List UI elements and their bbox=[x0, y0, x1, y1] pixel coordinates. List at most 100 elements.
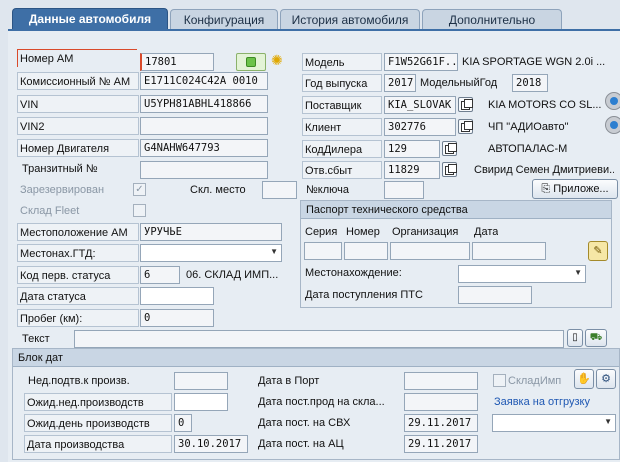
label-pts-received-date: Дата поступления ПТС bbox=[305, 289, 423, 301]
label-svh-date: Дата пост. на СВХ bbox=[258, 417, 351, 429]
client-field[interactable]: 302776 bbox=[384, 118, 456, 136]
copy-icon[interactable] bbox=[458, 97, 473, 112]
copy-icon[interactable] bbox=[442, 141, 457, 156]
text-field[interactable] bbox=[74, 330, 564, 348]
first-status-code-field[interactable]: 6 bbox=[140, 266, 180, 284]
label-engine-number: Номер Двигателя bbox=[17, 139, 139, 157]
label-vin2: VIN2 bbox=[17, 117, 139, 135]
label-key-number: №ключа bbox=[306, 184, 350, 196]
hand-icon[interactable]: ✋ bbox=[574, 369, 594, 389]
copy-icon[interactable] bbox=[458, 119, 473, 134]
pts-series-field[interactable] bbox=[304, 242, 342, 260]
storage-place-field[interactable] bbox=[262, 181, 297, 199]
dates-block-title: Блок дат bbox=[13, 349, 619, 367]
expected-production-day-field[interactable]: 0 bbox=[174, 414, 192, 432]
shipment-request-dropdown[interactable] bbox=[492, 414, 616, 432]
label-vehicle-location: Местоположение АМ bbox=[17, 223, 139, 241]
vin-field[interactable]: U5YPH81ABHL418866 bbox=[140, 95, 268, 113]
pencil-edit-icon[interactable]: ✎ bbox=[588, 241, 608, 261]
mileage-field[interactable]: 0 bbox=[140, 309, 214, 327]
supplier-field[interactable]: KIA_SLOVAK bbox=[384, 96, 456, 114]
label-production-date: Дата производства bbox=[24, 435, 172, 453]
year-field[interactable]: 2017 bbox=[384, 74, 416, 92]
attachments-button[interactable]: ⎘ Приложе... bbox=[532, 179, 618, 199]
label-client: Клиент bbox=[302, 118, 382, 136]
client-details-icon[interactable] bbox=[605, 116, 620, 134]
tab-additional[interactable]: Дополнительно bbox=[422, 9, 562, 29]
shipment-request-link[interactable]: Заявка на отгрузку bbox=[494, 393, 614, 411]
label-model-year: МодельныйГод bbox=[420, 77, 498, 89]
pts-header-organization: Организация bbox=[392, 226, 459, 238]
pts-organization-field[interactable] bbox=[390, 242, 470, 260]
status-light-button[interactable] bbox=[236, 53, 266, 71]
commission-number-field[interactable]: E1711C024C42A 0010 bbox=[140, 72, 268, 90]
label-ac-date: Дата пост. на АЦ bbox=[258, 438, 344, 450]
reserved-checkbox[interactable]: ✓ bbox=[133, 183, 146, 196]
lightbulb-icon[interactable]: ✺ bbox=[271, 52, 283, 69]
label-pts-location: Местонахождение: bbox=[305, 267, 402, 279]
tab-vehicle-history[interactable]: История автомобиля bbox=[280, 9, 420, 29]
pts-header-series: Серия bbox=[305, 226, 338, 238]
warehouse-receipt-date-field[interactable] bbox=[404, 393, 478, 411]
pts-header-date: Дата bbox=[474, 226, 499, 238]
pts-received-date-field[interactable] bbox=[458, 286, 532, 304]
import-warehouse-checkbox[interactable] bbox=[493, 374, 506, 387]
label-storage-place: Скл. место bbox=[190, 184, 246, 196]
label-expected-production-week: Ожид.нед.производств bbox=[24, 393, 172, 411]
tab-configuration[interactable]: Конфигурация bbox=[170, 9, 278, 29]
label-fleet-warehouse: Склад Fleet bbox=[20, 205, 80, 217]
label-expected-production-day: Ожид.день производств bbox=[24, 414, 172, 432]
truck-icon[interactable]: ⛟ bbox=[585, 329, 607, 347]
client-description: ЧП "АДИОавто" bbox=[488, 121, 569, 133]
gtd-location-dropdown[interactable] bbox=[140, 244, 282, 262]
tab-vehicle-data[interactable]: Данные автомобиля bbox=[12, 8, 168, 30]
fleet-warehouse-checkbox[interactable] bbox=[133, 204, 146, 217]
sales-responsible-field[interactable]: 11829 bbox=[384, 161, 440, 179]
label-vehicle-number: Номер АМ bbox=[17, 49, 137, 67]
engine-number-field[interactable]: G4NAHW647793 bbox=[140, 139, 268, 157]
port-date-field[interactable] bbox=[404, 372, 478, 390]
week-confirm-production-field[interactable] bbox=[174, 372, 228, 390]
transit-number-field[interactable] bbox=[140, 161, 268, 179]
model-code-field[interactable]: F1W52G61F... bbox=[384, 53, 458, 71]
model-description: KIA SPORTAGE WGN 2.0i ... bbox=[462, 56, 606, 68]
supplier-details-icon[interactable] bbox=[605, 92, 620, 110]
document-icon[interactable]: ▯ bbox=[567, 329, 583, 347]
pts-title: Паспорт технического средства bbox=[301, 201, 611, 219]
label-mileage: Пробег (км): bbox=[17, 309, 139, 327]
copy-icon[interactable] bbox=[442, 162, 457, 177]
model-year-field[interactable]: 2018 bbox=[512, 74, 548, 92]
dealer-description: АВТОПАЛАС-М bbox=[488, 143, 568, 155]
label-sales-responsible: Отв.сбыт bbox=[302, 161, 382, 179]
svh-date-field[interactable]: 29.11.2017 bbox=[404, 414, 478, 432]
tab-bar: Данные автомобиля Конфигурация История а… bbox=[0, 0, 620, 30]
label-transit-number: Транзитный № bbox=[22, 163, 98, 175]
attachment-icon: ⎘ bbox=[541, 183, 551, 195]
pts-date-field[interactable] bbox=[472, 242, 546, 260]
pts-header-number: Номер bbox=[346, 226, 380, 238]
production-date-field[interactable]: 30.10.2017 bbox=[174, 435, 248, 453]
pts-location-dropdown[interactable] bbox=[458, 265, 586, 283]
label-port-date: Дата в Порт bbox=[258, 375, 320, 387]
dealer-code-field[interactable]: 129 bbox=[384, 140, 440, 158]
label-vin: VIN bbox=[17, 95, 139, 113]
vehicle-number-field[interactable]: 17801 bbox=[140, 53, 214, 71]
label-year: Год выпуска bbox=[302, 74, 382, 92]
status-date-field[interactable] bbox=[140, 287, 214, 305]
label-warehouse-receipt-date: Дата пост.прод на скла... bbox=[258, 396, 385, 408]
expected-production-week-field[interactable] bbox=[174, 393, 228, 411]
label-first-status-code: Код перв. статуса bbox=[17, 266, 139, 284]
label-status-date: Дата статуса bbox=[17, 287, 139, 305]
settings-icon[interactable]: ⚙ bbox=[596, 369, 616, 389]
pts-number-field[interactable] bbox=[344, 242, 388, 260]
green-light-icon bbox=[246, 57, 256, 67]
label-week-confirm-production: Нед.подтв.к произв. bbox=[28, 375, 130, 387]
supplier-description: KIA MOTORS CO SL... bbox=[488, 99, 602, 111]
key-number-field[interactable] bbox=[384, 181, 424, 199]
label-text: Текст bbox=[22, 333, 50, 345]
vehicle-location-field[interactable]: УРУЧЬЕ bbox=[140, 223, 282, 241]
ac-date-field[interactable]: 29.11.2017 bbox=[404, 435, 478, 453]
label-reserved: Зарезервирован bbox=[20, 184, 105, 196]
label-commission-number: Комиссионный № АМ bbox=[17, 72, 139, 90]
vin2-field[interactable] bbox=[140, 117, 268, 135]
